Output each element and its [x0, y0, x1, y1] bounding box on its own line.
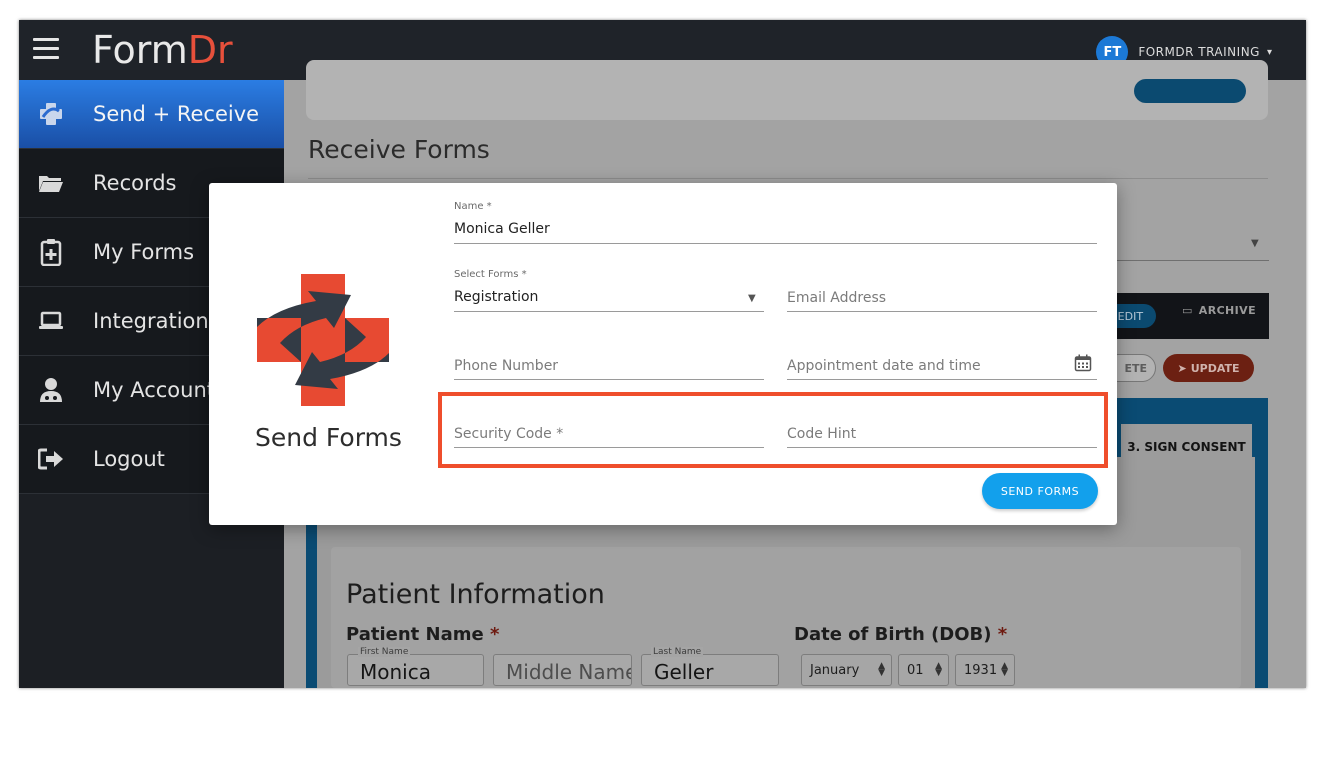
dialog-title: Send Forms [255, 423, 402, 452]
clipboard-icon [36, 239, 66, 266]
send-forms-button[interactable]: SEND FORMS [982, 473, 1098, 509]
record-toolbar: ✎ EDIT ▭ARCHIVE [1092, 293, 1269, 339]
name-value: Monica Geller [454, 221, 550, 237]
page-title: Receive Forms [308, 135, 490, 164]
divider [308, 178, 1268, 179]
calendar-icon[interactable] [1074, 354, 1092, 376]
dob-month-select[interactable]: January ▲ ▼ [801, 654, 892, 686]
select-forms-value: Registration [454, 289, 539, 305]
updown-icon: ▲ ▼ [878, 661, 885, 678]
update-button[interactable]: ➤ UPDATE [1163, 354, 1254, 382]
dob-day-select[interactable]: 01 ▲ ▼ [898, 654, 949, 686]
user-icon [36, 378, 66, 402]
middle-name-field[interactable]: Middle Name [493, 654, 632, 686]
hamburger-menu-icon[interactable] [33, 38, 59, 62]
patient-name-label: Patient Name * [346, 624, 500, 645]
folder-open-icon: ▭ [1182, 304, 1193, 317]
formdr-logo-icon [256, 273, 390, 407]
brand-logo[interactable]: FormDr [92, 28, 233, 72]
updown-icon: ▲ ▼ [935, 661, 942, 678]
send-forms-dialog: Send Forms Name * Monica Geller Select F… [209, 183, 1117, 525]
phone-field[interactable]: Phone Number [454, 337, 764, 381]
underline [787, 311, 1097, 312]
patient-info-title: Patient Information [346, 579, 605, 610]
underline [454, 379, 764, 380]
caret-down-icon: ▼ [1251, 238, 1259, 249]
email-placeholder: Email Address [787, 290, 887, 306]
top-card-button[interactable] [1134, 79, 1246, 103]
email-field[interactable]: Email Address [787, 269, 1097, 313]
select-forms-dropdown[interactable]: Select Forms * Registration ▼ [454, 269, 764, 313]
first-name-field[interactable]: Monica [347, 654, 484, 686]
phone-placeholder: Phone Number [454, 358, 559, 374]
caret-down-icon: ▼ [748, 293, 756, 304]
highlight-box [438, 392, 1108, 468]
name-field[interactable]: Name * Monica Geller [454, 201, 1097, 245]
underline [454, 311, 764, 312]
updown-icon: ▲ ▼ [1001, 661, 1008, 678]
appointment-placeholder: Appointment date and time [787, 358, 981, 374]
dob-year-select[interactable]: 1931 ▲ ▼ [955, 654, 1015, 686]
folder-icon [36, 171, 66, 195]
name-label: Name * [454, 201, 492, 212]
rocket-icon: ➤ [1177, 361, 1187, 375]
last-name-field[interactable]: Geller [641, 654, 779, 686]
sidebar-item-send-receive[interactable]: Send + Receive [19, 80, 284, 149]
last-name-sublabel: Last Name [651, 647, 704, 657]
send-receive-icon [36, 102, 66, 126]
select-forms-label: Select Forms * [454, 269, 527, 280]
first-name-sublabel: First Name [358, 647, 411, 657]
underline [454, 243, 1097, 244]
archive-button[interactable]: ▭ ARCHIVE [1182, 304, 1256, 317]
underline [787, 379, 1097, 380]
appointment-field[interactable]: Appointment date and time [787, 337, 1097, 381]
laptop-icon [36, 309, 66, 333]
top-card [306, 60, 1268, 120]
user-name: FORMDR TRAINING [1138, 45, 1260, 59]
tab-sign-consent[interactable]: 3. SIGN CONSENT [1121, 424, 1252, 470]
chevron-down-icon: ▾ [1266, 46, 1272, 58]
logout-icon [36, 447, 66, 471]
dob-label: Date of Birth (DOB) * [794, 624, 1008, 645]
